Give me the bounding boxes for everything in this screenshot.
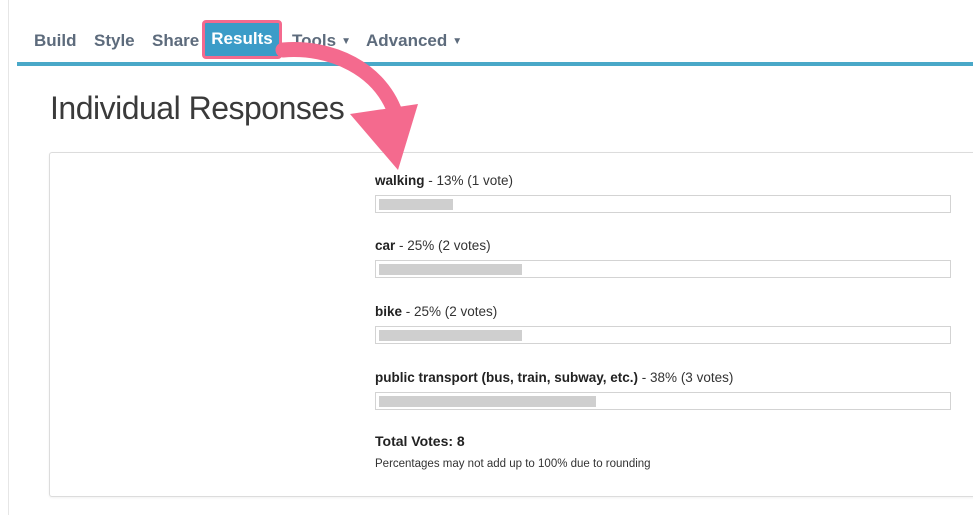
result-option-public-transport: public transport (bus, train, subway, et… xyxy=(375,370,951,410)
nav-results-label: Results xyxy=(211,29,273,48)
result-bar-fill xyxy=(379,330,522,341)
result-bar-track xyxy=(375,260,951,278)
option-detail: - 25% (2 votes) xyxy=(395,238,491,253)
nav-build-label: Build xyxy=(34,31,77,50)
page-left-border xyxy=(8,0,9,515)
option-label: bike - 25% (2 votes) xyxy=(375,304,951,319)
nav-style[interactable]: Style xyxy=(94,27,135,55)
nav-build[interactable]: Build xyxy=(34,27,77,55)
option-detail: - 13% (1 vote) xyxy=(424,173,514,188)
rounding-note: Percentages may not add up to 100% due t… xyxy=(375,458,651,470)
result-option-walking: walking - 13% (1 vote) xyxy=(375,173,951,213)
option-name: bike xyxy=(375,304,403,319)
total-votes: Total Votes: 8 xyxy=(375,433,465,449)
result-option-bike: bike - 25% (2 votes) xyxy=(375,304,951,344)
result-bar-fill xyxy=(379,199,453,210)
nav-underline xyxy=(17,62,973,66)
result-bar-track xyxy=(375,392,951,410)
option-name: public transport (bus, train, subway, et… xyxy=(375,370,639,385)
result-bar-track xyxy=(375,326,951,344)
result-option-car: car - 25% (2 votes) xyxy=(375,238,951,278)
page-title: Individual Responses xyxy=(50,90,345,126)
nav-share-label: Share xyxy=(152,31,200,50)
nav-results[interactable]: Results xyxy=(202,20,282,59)
top-nav: Build Style Share Results Tools ▼ Advance… xyxy=(17,0,973,64)
option-label: walking - 13% (1 vote) xyxy=(375,173,951,188)
result-bar-fill xyxy=(379,396,596,407)
option-name: car xyxy=(375,238,396,253)
nav-share[interactable]: Share xyxy=(152,27,199,55)
caret-down-icon: ▼ xyxy=(341,36,351,47)
nav-advanced-label: Advanced xyxy=(366,31,448,50)
nav-tools-label: Tools xyxy=(292,31,337,50)
option-detail: - 25% (2 votes) xyxy=(402,304,498,319)
option-name: walking xyxy=(375,173,425,188)
result-bar-track xyxy=(375,195,951,213)
nav-style-label: Style xyxy=(94,31,135,50)
option-label: car - 25% (2 votes) xyxy=(375,238,951,253)
option-detail: - 38% (3 votes) xyxy=(638,370,734,385)
result-bar-fill xyxy=(379,264,522,275)
option-label: public transport (bus, train, subway, et… xyxy=(375,370,951,385)
nav-advanced[interactable]: Advanced ▼ xyxy=(366,27,462,55)
caret-down-icon: ▼ xyxy=(452,36,463,47)
nav-tools[interactable]: Tools ▼ xyxy=(292,27,351,55)
